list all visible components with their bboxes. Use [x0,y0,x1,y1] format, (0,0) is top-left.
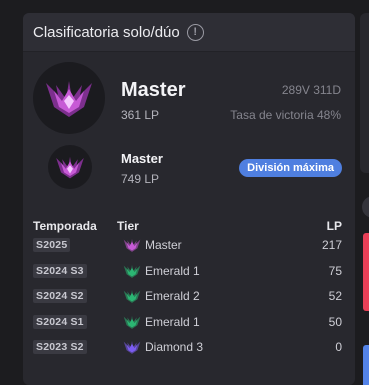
season-tier: Master [145,238,182,252]
peak-tier: Master [121,151,163,166]
season-row: S2024 S3 Emerald 1 75 [23,260,355,286]
diamond-emblem-icon [123,339,141,355]
adjacent-scroll-button[interactable] [362,196,369,218]
adjacent-loss-marker [363,233,369,311]
season-row: S2025 Master 217 [23,234,355,260]
season-badge: S2023 S2 [33,340,87,354]
season-badge: S2025 [33,238,71,252]
season-lp: 50 [328,314,342,329]
info-icon[interactable]: ! [186,23,204,41]
season-badge: S2024 S1 [33,314,87,329]
master-emblem-icon [48,145,92,189]
win-rate: Tasa de victoria 48% [230,108,341,122]
season-tier: Emerald 1 [145,314,200,329]
win-loss-record: 289V 311D [281,83,341,97]
header-season: Temporada [33,219,97,233]
emerald-emblem-icon [123,314,141,330]
season-history-list: S2025 Master 217 S2024 S3 Emerald 1 75 S2024 S… [23,234,355,362]
ranked-solo-duo-card: Clasificatoria solo/dúo ! Master 361 LP … [23,13,355,385]
header-tier: Tier [117,219,139,233]
season-tier: Emerald 1 [145,263,200,278]
master-emblem-icon [33,62,105,134]
season-row: S2024 S2 Emerald 2 52 [23,285,355,311]
card-header: Clasificatoria solo/dúo ! [23,13,355,52]
season-row: S2023 S2 Diamond 3 0 [23,336,355,362]
season-badge: S2024 S2 [33,289,87,303]
season-badge: S2024 S3 [33,263,87,278]
emerald-emblem-icon [123,288,141,304]
master-emblem-icon [123,237,141,253]
peak-rank: Master 749 LP División máxima [23,145,355,197]
season-lp: 0 [335,340,342,354]
season-lp: 75 [328,263,342,278]
current-lp: 361 LP [121,108,160,122]
emerald-emblem-icon [123,263,141,279]
season-tier: Diamond 3 [145,340,204,354]
season-lp: 217 [321,238,342,252]
adjacent-win-marker [363,345,369,385]
peak-lp: 749 LP [121,172,160,186]
season-lp: 52 [328,289,342,303]
peak-division-badge: División máxima [239,159,342,177]
card-title: Clasificatoria solo/dúo [33,23,180,41]
current-tier: Master [121,79,186,101]
current-rank: Master 361 LP 289V 311D Tasa de victoria… [23,52,355,146]
header-lp: LP [326,219,342,233]
season-tier: Emerald 2 [145,289,200,303]
adjacent-panel [360,13,369,173]
season-row: S2024 S1 Emerald 1 50 [23,311,355,337]
